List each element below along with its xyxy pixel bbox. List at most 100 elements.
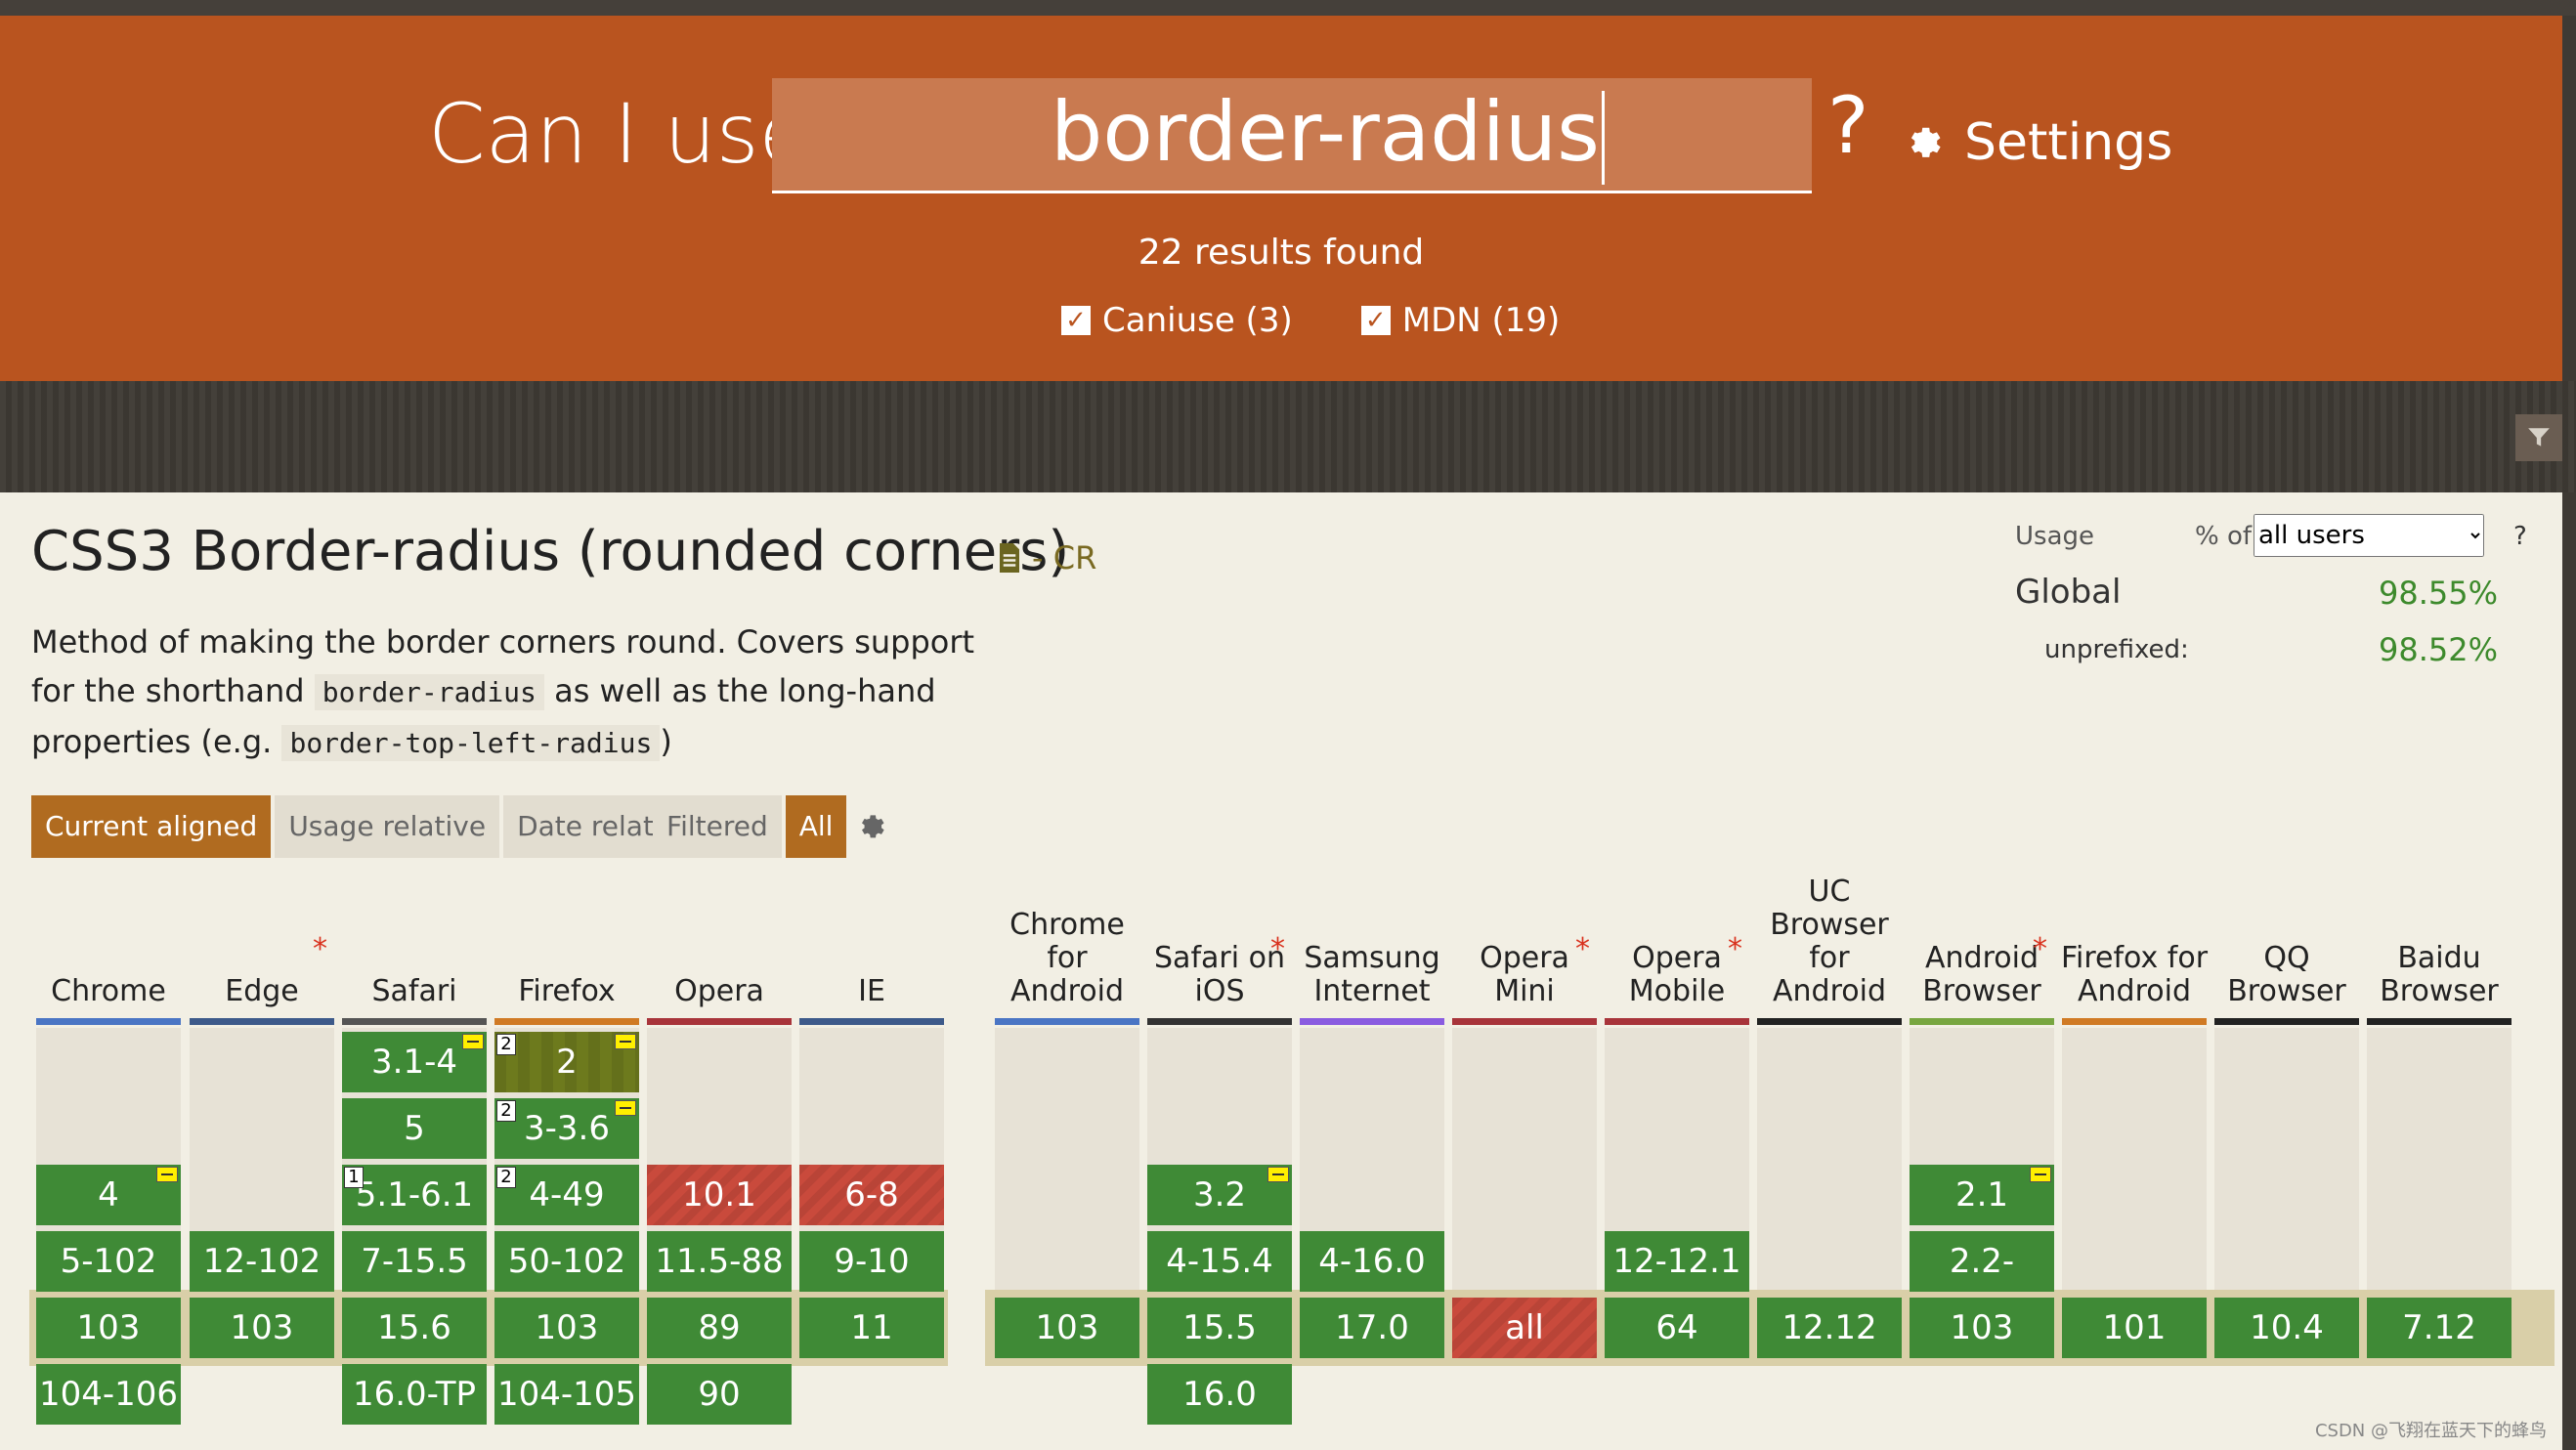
support-cell[interactable]: 15.5 <box>1147 1298 1292 1358</box>
support-cell[interactable]: 10.4 <box>2214 1298 2359 1358</box>
filter-mdn-label: MDN (19) <box>1401 301 1561 340</box>
browser-header-13[interactable]: Firefox for Android <box>2058 874 2211 1008</box>
column-background <box>2214 1028 2359 1290</box>
browser-header-6[interactable]: Chrome for Android <box>991 874 1143 1008</box>
browser-header-3[interactable]: Firefox <box>491 874 643 1008</box>
checkbox-caniuse[interactable]: ✓ <box>1061 306 1091 335</box>
note-marker: 1 <box>344 1167 364 1188</box>
support-cell[interactable]: 10.1 <box>647 1165 792 1225</box>
support-cell[interactable]: 103 <box>36 1298 181 1358</box>
filter-caniuse[interactable]: ✓ Caniuse (3) <box>1061 301 1293 340</box>
column-background <box>1757 1028 1902 1290</box>
support-cell[interactable]: 4-16.0 <box>1300 1231 1444 1292</box>
checkbox-mdn[interactable]: ✓ <box>1360 306 1391 335</box>
help-question[interactable]: ? <box>1827 80 1868 171</box>
settings-label: Settings <box>1964 113 2173 172</box>
support-cell[interactable]: 5 <box>342 1098 487 1159</box>
support-cell[interactable]: 103 <box>494 1298 639 1358</box>
support-cell[interactable]: 11 <box>799 1298 944 1358</box>
site-title[interactable]: Can I use <box>428 86 809 182</box>
star-marker: * <box>1270 932 1285 966</box>
browser-header-2[interactable]: Safari <box>338 874 491 1008</box>
support-cell[interactable]: 7.12 <box>2367 1298 2512 1358</box>
prefix-flag-icon <box>615 1100 636 1116</box>
support-cell[interactable]: 2.2-4.4.4 <box>1910 1231 2054 1342</box>
settings-button[interactable]: Settings <box>1904 113 2172 172</box>
support-cell[interactable]: 3-3.6 2 <box>494 1098 639 1159</box>
note-marker: 2 <box>496 1034 516 1055</box>
star-marker: * <box>1728 932 1742 966</box>
support-cell[interactable]: 104-105 <box>494 1364 639 1425</box>
support-cell[interactable]: 16.0 <box>1147 1364 1292 1425</box>
browser-bar-0 <box>36 1018 181 1025</box>
funnel-icon <box>2528 428 2550 447</box>
support-cell[interactable]: 17.0 <box>1300 1298 1444 1358</box>
support-cell[interactable]: 11.5-88 <box>647 1231 792 1292</box>
support-cell[interactable]: 12-102 <box>190 1231 334 1292</box>
star-marker: * <box>1575 932 1590 966</box>
gear-icon <box>1911 127 1941 157</box>
browser-header-4[interactable]: Opera <box>643 874 795 1008</box>
support-cell[interactable]: 3.2 <box>1147 1165 1292 1225</box>
browser-bar-8 <box>1300 1018 1444 1025</box>
support-cell[interactable]: 22 <box>494 1032 639 1092</box>
browser-bar-11 <box>1757 1018 1902 1025</box>
feature-panel: CSS3 Border-radius (rounded corners) - C… <box>0 492 2562 1450</box>
browser-bar-12 <box>1910 1018 2054 1025</box>
text-cursor <box>1601 91 1605 186</box>
top-strip <box>0 0 2576 16</box>
support-cell[interactable]: 9-10 <box>799 1231 944 1292</box>
browser-header-5[interactable]: IE <box>795 874 948 1008</box>
star-marker: * <box>2033 932 2047 966</box>
header: Can I use border-radius ? Settings 22 re… <box>0 16 2562 381</box>
search-row: Can I use border-radius ? Settings <box>0 59 2562 205</box>
support-cell[interactable]: 90 <box>647 1364 792 1425</box>
search-input[interactable]: border-radius <box>772 78 1812 193</box>
browser-header-8[interactable]: Samsung Internet <box>1296 874 1448 1008</box>
support-cell[interactable]: 12-12.1 <box>1605 1231 1749 1292</box>
source-filters: ✓ Caniuse (3) ✓ MDN (19) <box>1061 301 1560 340</box>
support-cell[interactable]: 50-102 <box>494 1231 639 1292</box>
browser-bar-10 <box>1605 1018 1749 1025</box>
support-cell[interactable]: 103 <box>190 1298 334 1358</box>
browser-bar-13 <box>2062 1018 2207 1025</box>
support-cell[interactable]: 12.12 <box>1757 1298 1902 1358</box>
filter-toggle-button[interactable] <box>2515 414 2562 461</box>
support-cell[interactable]: 103 <box>1910 1298 2054 1358</box>
browser-header-15[interactable]: Baidu Browser <box>2363 874 2515 1008</box>
filter-mdn[interactable]: ✓ MDN (19) <box>1360 301 1561 340</box>
support-cell[interactable]: 101 <box>2062 1298 2207 1358</box>
support-cell[interactable]: 4-15.4 <box>1147 1231 1292 1292</box>
support-cell[interactable]: all <box>1452 1298 1597 1358</box>
separator-band <box>0 381 2576 492</box>
search-value: border-radius <box>1051 84 1605 186</box>
note-marker: 2 <box>496 1167 516 1188</box>
column-background <box>995 1028 1139 1290</box>
browser-bar-15 <box>2367 1018 2512 1025</box>
support-cell[interactable]: 2.1 <box>1910 1165 2054 1225</box>
prefix-flag-icon <box>615 1034 636 1049</box>
browser-header-14[interactable]: QQ Browser <box>2211 874 2363 1008</box>
support-cell[interactable]: 16.0-TP <box>342 1364 487 1425</box>
browser-header-0[interactable]: Chrome <box>32 874 185 1008</box>
browser-bar-9 <box>1452 1018 1597 1025</box>
prefix-flag-icon <box>462 1034 484 1049</box>
support-cell[interactable]: 104-106 <box>36 1364 181 1425</box>
support-cell[interactable]: 7-15.5 <box>342 1231 487 1292</box>
support-cell[interactable]: 4 <box>36 1165 181 1225</box>
results-count: 22 results found <box>1138 233 1425 273</box>
browser-bar-1 <box>190 1018 334 1025</box>
support-cell[interactable]: 89 <box>647 1298 792 1358</box>
support-cell[interactable]: 5.1-6.1 1 <box>342 1165 487 1225</box>
support-cell[interactable]: 64 <box>1605 1298 1749 1358</box>
browser-bar-6 <box>995 1018 1139 1025</box>
support-cell[interactable]: 15.6 <box>342 1298 487 1358</box>
support-cell[interactable]: 4-49 2 <box>494 1165 639 1225</box>
browser-header-11[interactable]: UC Browser for Android <box>1753 874 1906 1008</box>
support-cell[interactable]: 6-8 <box>799 1165 944 1225</box>
support-cell[interactable]: 103 <box>995 1298 1139 1358</box>
support-cell[interactable]: 3.1-4 <box>342 1032 487 1092</box>
watermark: CSDN @飞翔在蓝天下的蜂鸟 <box>2314 1421 2547 1441</box>
support-cell[interactable]: 5-102 <box>36 1231 181 1292</box>
star-marker: * <box>313 932 327 966</box>
